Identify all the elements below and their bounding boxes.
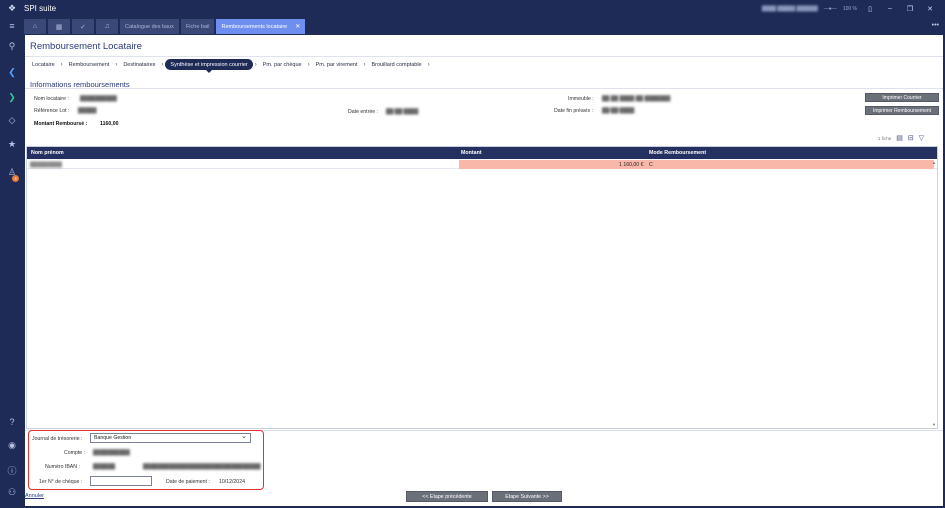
filter-icon[interactable]: ▽	[919, 134, 924, 142]
step-locataire[interactable]: Locataire	[28, 59, 59, 70]
expand-right-icon[interactable]: ❯	[0, 92, 24, 103]
montant-rembourse-label: Montant Remboursé :	[34, 121, 88, 127]
close-icon[interactable]: ✕	[923, 5, 937, 13]
tab-fiche-bail[interactable]: Fiche bail	[180, 19, 215, 34]
step-pm-cheque[interactable]: Pm. par chèque	[259, 59, 306, 70]
compte-label: Compte :	[64, 450, 86, 456]
wizard-steps: Locataire › Remboursement › Destinataire…	[28, 59, 432, 73]
title-bar: ❖ SPI suite ████ █████ ██████ —●— 100 % …	[0, 0, 945, 17]
tab-close-icon[interactable]: ✕	[295, 23, 300, 30]
collapse-left-icon[interactable]: ❮	[0, 67, 24, 78]
grid-toolbar: 1 fiche ▤ ⊟ ▽	[878, 134, 924, 142]
notification-badge: 4	[12, 175, 19, 182]
tab-strip: ⌂ ▦ ✓ ♫ Catalogue des baux Fiche bail Re…	[24, 17, 945, 34]
info-icon[interactable]: ⓘ	[0, 464, 24, 477]
page-title: Remboursement Locataire	[30, 41, 142, 52]
divider	[25, 56, 943, 57]
tab-remboursements-locataire[interactable]: Remboursements locataire ✕	[216, 19, 306, 34]
annuler-link[interactable]: Annuler	[25, 493, 44, 499]
date-paiement-label: Date de paiement :	[166, 479, 210, 485]
tips-icon[interactable]: ◉	[0, 440, 24, 451]
step-pm-virement[interactable]: Pm. par virement	[312, 59, 362, 70]
step-brouillard-comptable[interactable]: Brouillard comptable	[367, 59, 425, 70]
calendar-icon[interactable]: ▦	[48, 19, 70, 34]
export-excel-icon[interactable]: ▤	[896, 134, 903, 142]
journal-tresorerie-label: Journal de trésorerie :	[32, 436, 83, 442]
reference-lot-label: Référence Lot :	[34, 108, 70, 114]
zoom-slider-icon[interactable]: —●—	[824, 6, 837, 12]
record-count: 1 fiche	[878, 135, 892, 141]
app-title: SPI suite	[24, 4, 57, 13]
journal-tresorerie-select[interactable]: Banque Gestion ⌄	[90, 433, 251, 443]
imprimer-courrier-button[interactable]: Imprimer Courrier	[865, 93, 939, 102]
chevron-right-icon: ›	[427, 61, 430, 68]
date-entree-label: Date entrée :	[348, 109, 378, 115]
imprimer-remboursement-button[interactable]: Imprimer Remboursement	[865, 106, 939, 115]
date-entree-value: ██/██/████	[386, 109, 419, 115]
favorite-star-icon[interactable]: ★	[0, 139, 24, 150]
refunds-grid: Nom prénom Montant Mode Remboursement ██…	[26, 146, 938, 429]
grid-header: Nom prénom Montant Mode Remboursement	[27, 147, 937, 159]
left-sidebar: ≡ ⚲ ❮ ❯ ◇ ★ ♙ 4 ? ◉ ⓘ ⚇	[0, 17, 24, 508]
bell-icon[interactable]: ♫	[96, 19, 118, 34]
cell-montant-highlight: 1 160,00 € C	[459, 160, 934, 169]
divider	[25, 88, 943, 89]
step-synthese-impression[interactable]: Synthèse et impression courrier	[165, 59, 253, 73]
minimize-icon[interactable]: –	[883, 5, 897, 12]
user-icon[interactable]: ⚇	[0, 487, 24, 498]
iban-label: Numéro IBAN :	[45, 464, 80, 470]
cell-montant: 1 160,00 €	[619, 162, 644, 168]
home-icon[interactable]: ⌂	[24, 19, 46, 34]
premier-cheque-input[interactable]	[90, 476, 152, 486]
column-header-nom[interactable]: Nom prénom	[31, 150, 64, 156]
menu-icon[interactable]: ≡	[0, 21, 24, 31]
montant-rembourse-value: 1160,00	[100, 121, 119, 127]
chevron-down-icon: ⌄	[241, 433, 247, 440]
nom-locataire-value: ██████████	[80, 96, 117, 102]
search-icon[interactable]: ⚲	[0, 41, 24, 52]
immeuble-value: ██ ██ ████ ██ ███████	[602, 96, 671, 102]
more-options-icon[interactable]: •••	[932, 22, 945, 29]
date-paiement-value[interactable]: 10/12/2024	[219, 479, 245, 485]
zoom-level: 100 %	[842, 5, 857, 12]
scroll-down-icon[interactable]: ▼	[932, 422, 936, 427]
restore-icon[interactable]: ❐	[903, 5, 917, 13]
code-icon[interactable]: ◇	[0, 115, 24, 126]
etape-suivante-button[interactable]: Etape Suivante >>	[492, 491, 562, 502]
premier-cheque-label: 1er N° de chèque :	[39, 479, 83, 485]
date-fin-preavis-label: Date fin préavis :	[554, 108, 593, 114]
column-header-montant[interactable]: Montant	[461, 150, 482, 156]
cell-mode: C	[649, 162, 653, 168]
user-info: ████ █████ ██████	[761, 5, 818, 12]
step-destinataires[interactable]: Destinataires	[119, 59, 159, 70]
date-fin-preavis-value: ██/██/████	[602, 108, 635, 114]
compte-value: ██████████	[93, 450, 130, 456]
iban-value-detail: ████████████████████████████████	[143, 464, 261, 470]
nom-locataire-label: Nom locataire :	[34, 96, 69, 102]
cell-nom: █████████	[30, 162, 62, 168]
iban-value: ██████	[93, 464, 116, 470]
document-icon[interactable]: ▯	[863, 5, 877, 13]
tab-catalogue-baux[interactable]: Catalogue des baux	[120, 19, 179, 34]
scroll-up-icon[interactable]: ▲	[932, 160, 936, 165]
column-header-mode[interactable]: Mode Remboursement	[649, 150, 706, 156]
step-remboursement[interactable]: Remboursement	[65, 59, 114, 70]
main-panel: Remboursement Locataire Locataire › Remb…	[25, 35, 943, 506]
help-icon[interactable]: ?	[0, 417, 24, 427]
column-chooser-icon[interactable]: ⊟	[908, 134, 914, 142]
table-row[interactable]: █████████ 1 160,00 € C	[27, 160, 937, 169]
title-bar-right: ████ █████ ██████ —●— 100 % ▯ – ❐ ✕	[762, 5, 945, 13]
immeuble-label: Immeuble :	[568, 96, 594, 102]
reference-lot-value: █████	[78, 108, 97, 114]
etape-precedente-button[interactable]: << Etape précédente	[406, 491, 488, 502]
check-icon[interactable]: ✓	[72, 19, 94, 34]
app-logo-icon: ❖	[7, 3, 17, 13]
